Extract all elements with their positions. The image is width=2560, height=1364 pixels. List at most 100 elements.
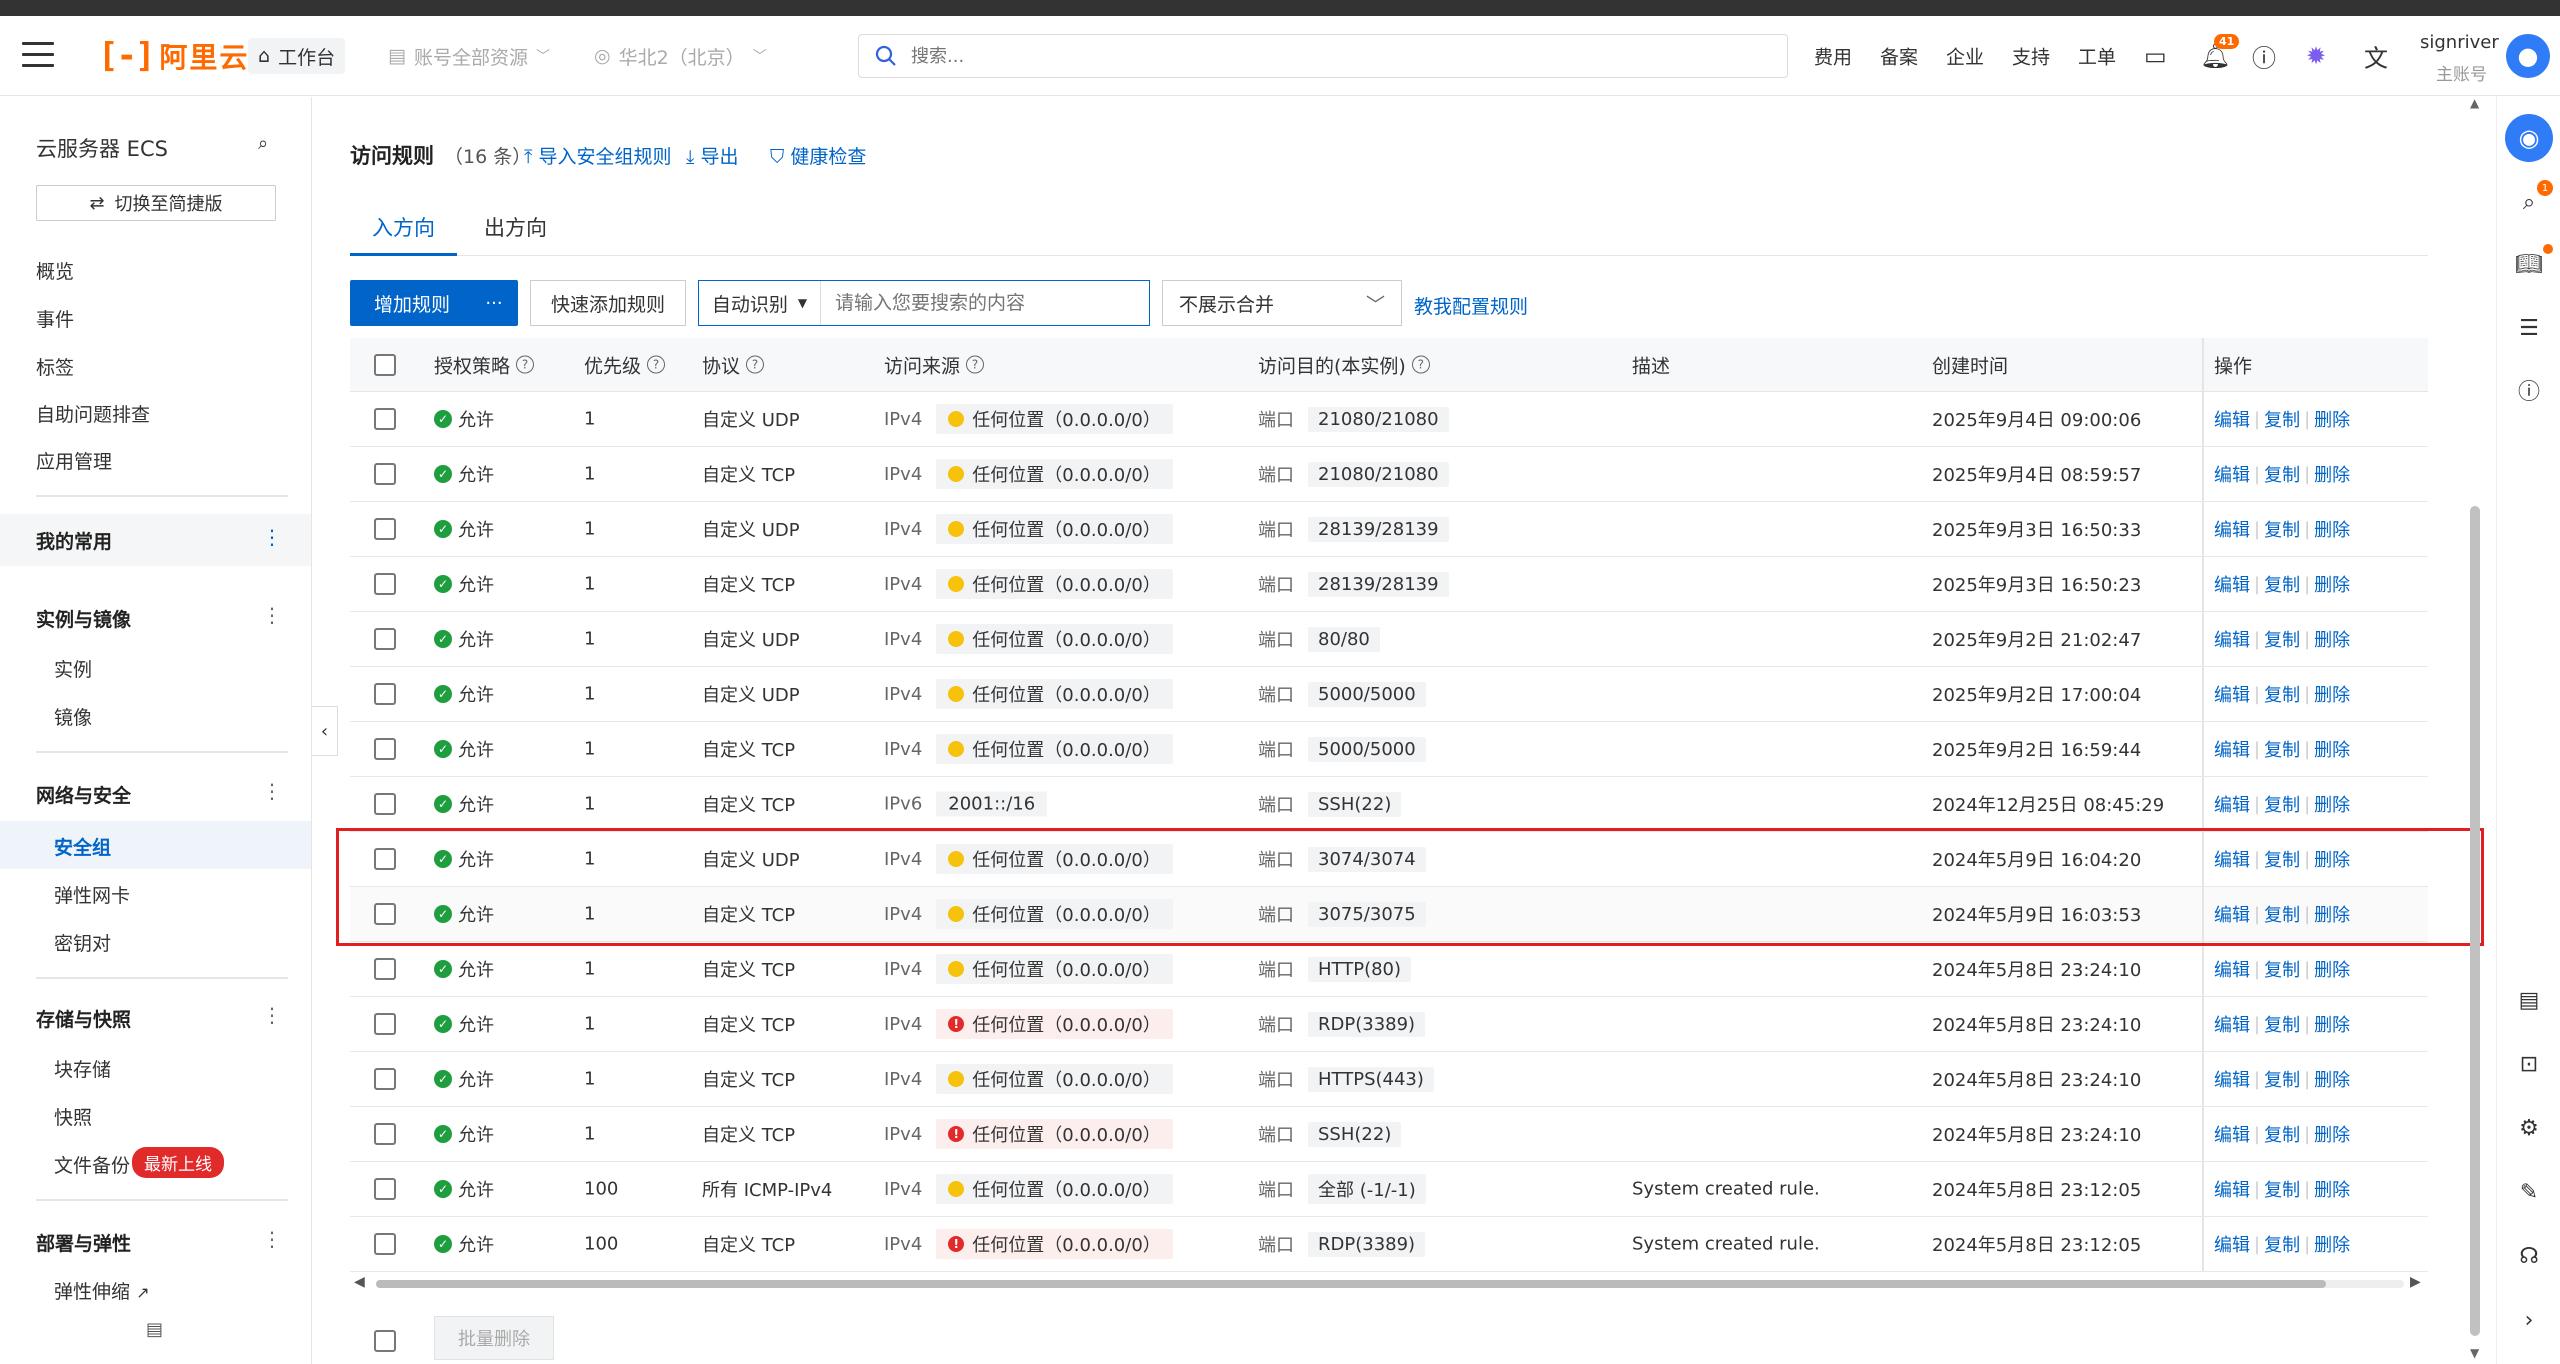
help-icon[interactable]: ⓘ: [2252, 39, 2276, 74]
sidebar-item-block-storage[interactable]: 块存储: [54, 1055, 111, 1082]
row-checkbox[interactable]: [374, 408, 396, 430]
row-checkbox[interactable]: [374, 1068, 396, 1090]
quick-add-rule-button[interactable]: 快速添加规则: [530, 280, 686, 326]
account-scope-select[interactable]: ▤ 账号全部资源 ﹀: [378, 38, 560, 74]
row-checkbox[interactable]: [374, 1233, 396, 1255]
tab-inbound[interactable]: 入方向: [350, 212, 457, 256]
collapse-sidebar-button[interactable]: ‹: [312, 706, 338, 756]
sidebar-group-mine[interactable]: 我的常用: [36, 527, 112, 554]
sidebar-group-storage[interactable]: 存储与快照: [36, 1005, 131, 1032]
edit-link[interactable]: 编辑: [2214, 736, 2250, 762]
edit-link[interactable]: 编辑: [2214, 1231, 2250, 1257]
copy-link[interactable]: 复制: [2264, 516, 2300, 542]
import-rules-link[interactable]: ⤒ 导入安全组规则: [524, 142, 671, 169]
sidebar-group-instance[interactable]: 实例与镜像: [36, 605, 131, 632]
sidebar-item-security-group[interactable]: 安全组: [54, 833, 111, 860]
sidebar-item-eni[interactable]: 弹性网卡: [54, 881, 130, 908]
delete-link[interactable]: 删除: [2314, 626, 2350, 652]
edit-link[interactable]: 编辑: [2214, 956, 2250, 982]
scroll-right-icon[interactable]: ▶: [2410, 1274, 2421, 1290]
delete-link[interactable]: 删除: [2314, 956, 2350, 982]
edit-link[interactable]: 编辑: [2214, 681, 2250, 707]
delete-link[interactable]: 删除: [2314, 516, 2350, 542]
delete-link[interactable]: 删除: [2314, 1011, 2350, 1037]
row-checkbox[interactable]: [374, 683, 396, 705]
more-icon[interactable]: ⋮: [262, 1227, 282, 1251]
add-rule-more-button[interactable]: ···: [470, 280, 518, 326]
copy-link[interactable]: 复制: [2264, 571, 2300, 597]
delete-link[interactable]: 删除: [2314, 1176, 2350, 1202]
search-input[interactable]: [911, 45, 1711, 67]
copy-link[interactable]: 复制: [2264, 1011, 2300, 1037]
copy-link[interactable]: 复制: [2264, 791, 2300, 817]
filter-mode-select[interactable]: 自动识别 ▼: [699, 281, 821, 325]
delete-link[interactable]: 删除: [2314, 791, 2350, 817]
help-icon[interactable]: ?: [966, 355, 985, 374]
help-icon[interactable]: ?: [1411, 355, 1430, 374]
more-icon[interactable]: ⋮: [262, 1003, 282, 1027]
select-all-checkbox[interactable]: [374, 353, 396, 376]
help-icon[interactable]: ?: [746, 355, 765, 374]
sidebar-item-snapshot[interactable]: 快照: [54, 1103, 92, 1130]
sidebar-item-overview[interactable]: 概览: [36, 257, 74, 284]
copy-link[interactable]: 复制: [2264, 681, 2300, 707]
delete-link[interactable]: 删除: [2314, 571, 2350, 597]
sidebar-item-autoscaling[interactable]: 弹性伸缩 ↗: [54, 1277, 149, 1304]
feedback-icon[interactable]: ▤: [146, 1319, 163, 1340]
edit-icon[interactable]: ✎: [2513, 1176, 2545, 1208]
sidebar-group-network[interactable]: 网络与安全: [36, 781, 131, 808]
region-select[interactable]: ◎ 华北2（北京） ﹀: [584, 38, 777, 74]
row-checkbox[interactable]: [374, 463, 396, 485]
header-link-fees[interactable]: 费用: [1814, 43, 1852, 70]
edit-link[interactable]: 编辑: [2214, 791, 2250, 817]
copy-link[interactable]: 复制: [2264, 736, 2300, 762]
sidebar-item-instance[interactable]: 实例: [54, 655, 92, 682]
tab-outbound[interactable]: 出方向: [462, 212, 569, 256]
more-icon[interactable]: ⋮: [262, 779, 282, 803]
copy-link[interactable]: 复制: [2264, 1121, 2300, 1147]
document-icon[interactable]: ▤: [2513, 984, 2545, 1016]
edit-link[interactable]: 编辑: [2214, 846, 2250, 872]
edit-link[interactable]: 编辑: [2214, 1011, 2250, 1037]
book-icon[interactable]: 📖︎: [2513, 248, 2545, 280]
help-icon[interactable]: ?: [516, 355, 535, 374]
copy-link[interactable]: 复制: [2264, 1176, 2300, 1202]
delete-link[interactable]: 删除: [2314, 846, 2350, 872]
edit-link[interactable]: 编辑: [2214, 571, 2250, 597]
copy-link[interactable]: 复制: [2264, 626, 2300, 652]
help-icon[interactable]: ⓘ: [2513, 374, 2545, 406]
row-checkbox[interactable]: [374, 628, 396, 650]
merge-select[interactable]: 不展示合并 ﹀: [1162, 280, 1402, 326]
edit-link[interactable]: 编辑: [2214, 406, 2250, 432]
user-name[interactable]: signriver: [2420, 32, 2499, 53]
delete-link[interactable]: 删除: [2314, 681, 2350, 707]
sidebar-group-deploy[interactable]: 部署与弹性: [36, 1229, 131, 1256]
edit-link[interactable]: 编辑: [2214, 626, 2250, 652]
global-search[interactable]: [858, 34, 1788, 78]
sidebar-item-image[interactable]: 镜像: [54, 703, 92, 730]
sidebar-item-events[interactable]: 事件: [36, 305, 74, 332]
filter-input[interactable]: [821, 292, 1149, 314]
header-link-support[interactable]: 支持: [2012, 43, 2050, 70]
delete-link[interactable]: 删除: [2314, 901, 2350, 927]
delete-link[interactable]: 删除: [2314, 736, 2350, 762]
sidebar-item-file-backup[interactable]: 文件备份: [54, 1151, 130, 1178]
ai-assistant-icon[interactable]: ✹: [2306, 42, 2326, 70]
row-checkbox[interactable]: [374, 1013, 396, 1035]
row-checkbox[interactable]: [374, 738, 396, 760]
switch-simple-button[interactable]: ⇄ 切换至简捷版: [36, 185, 276, 221]
sidebar-item-keypair[interactable]: 密钥对: [54, 929, 111, 956]
language-icon[interactable]: 文: [2364, 39, 2388, 74]
header-link-icp[interactable]: 备案: [1880, 43, 1918, 70]
search-icon[interactable]: ⌕: [258, 133, 268, 154]
batch-delete-button[interactable]: 批量删除: [434, 1316, 554, 1360]
add-rule-button[interactable]: 增加规则: [350, 280, 475, 326]
copy-link[interactable]: 复制: [2264, 846, 2300, 872]
aliyun-logo[interactable]: [-] 阿里云: [98, 36, 249, 76]
header-link-enterprise[interactable]: 企业: [1946, 43, 1984, 70]
scroll-left-icon[interactable]: ◀: [354, 1274, 365, 1290]
edit-link[interactable]: 编辑: [2214, 1121, 2250, 1147]
row-checkbox[interactable]: [374, 848, 396, 870]
copy-link[interactable]: 复制: [2264, 956, 2300, 982]
row-checkbox[interactable]: [374, 1178, 396, 1200]
